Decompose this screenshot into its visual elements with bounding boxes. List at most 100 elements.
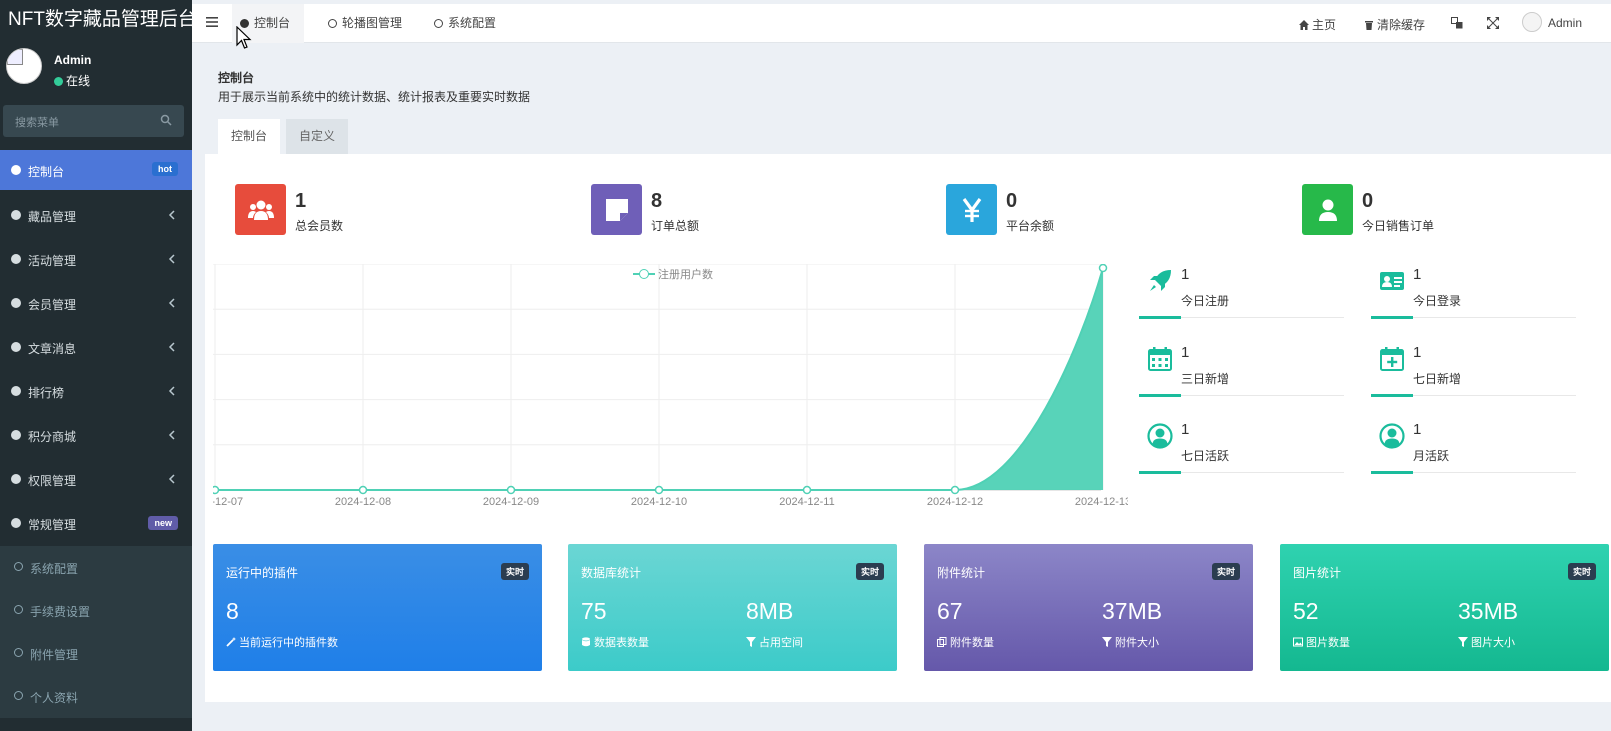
mini-stat-divider xyxy=(1371,316,1576,319)
sidebar-subitem-profile[interactable]: 个人资料 xyxy=(0,675,192,718)
tab-custom[interactable]: 自定义 xyxy=(286,119,349,154)
card-attachment-stats: 附件统计 实时 67 37MB 附件数量 附件大小 xyxy=(924,544,1253,671)
stat-label: 今日销售订单 xyxy=(1362,219,1435,233)
circle-icon xyxy=(11,210,21,220)
rocket-icon xyxy=(1150,270,1171,291)
yen-icon xyxy=(962,198,982,222)
tab-system-config[interactable]: 系统配置 xyxy=(434,4,496,43)
fullscreen-icon[interactable] xyxy=(1487,17,1499,29)
chart-point xyxy=(506,485,516,495)
card-sublabel-secondary: 占用空间 xyxy=(746,634,803,650)
circle-outline-icon xyxy=(328,19,337,28)
clear-cache-button[interactable]: 清除缓存 xyxy=(1364,16,1425,33)
card-sublabel-text: 当前运行中的插件数 xyxy=(239,637,338,649)
sidebar-item-label: 积分商城 xyxy=(28,430,77,444)
card-running-plugins: 运行中的插件 实时 8 当前运行中的插件数 xyxy=(213,544,542,671)
sidebar-item-members[interactable]: 会员管理 xyxy=(0,282,192,326)
admin-user-menu[interactable]: Admin xyxy=(1522,12,1582,32)
sidebar-item-label: 文章消息 xyxy=(28,342,77,356)
chevron-left-icon xyxy=(168,210,175,220)
mini-stat-label: 月活跃 xyxy=(1413,449,1450,463)
sidebar-subitem-system-config[interactable]: 系统配置 xyxy=(0,546,192,589)
tab-banner-management[interactable]: 轮播图管理 xyxy=(328,4,402,43)
content-header: 控制台 用于展示当前系统中的统计数据、统计报表及重要实时数据 控制台 自定义 xyxy=(205,52,1611,154)
clear-cache-label: 清除缓存 xyxy=(1377,18,1426,32)
chart-point xyxy=(654,485,664,495)
sidebar-item-general[interactable]: 常规管理 new xyxy=(0,502,192,546)
mini-stat-today-login: 1 今日登录 xyxy=(1371,266,1576,322)
translate-icon[interactable] xyxy=(1451,17,1463,29)
card-title: 运行中的插件 xyxy=(226,566,299,580)
realtime-badge: 实时 xyxy=(500,563,529,580)
avatar xyxy=(6,48,42,84)
search-icon[interactable] xyxy=(160,114,172,126)
realtime-badge: 实时 xyxy=(1567,563,1596,580)
x-tick-label: 2024-12-12 xyxy=(927,496,983,508)
circle-icon xyxy=(11,342,21,352)
chevron-left-icon xyxy=(168,298,175,308)
card-title: 附件统计 xyxy=(937,566,986,580)
mini-stat-divider xyxy=(1371,394,1576,397)
x-tick-label: 2024-12-08 xyxy=(335,496,391,508)
sidebar-subitem-label: 个人资料 xyxy=(30,691,79,705)
mini-stat-accent xyxy=(1371,394,1413,397)
sidebar-subitem-label: 手续费设置 xyxy=(30,605,91,619)
chart-point xyxy=(358,485,368,495)
mini-stat-seven-day-new: 1 七日新增 xyxy=(1371,344,1576,400)
stat-today-sales: 0 今日销售订单 xyxy=(1302,184,1611,236)
mini-stat-divider xyxy=(1139,471,1344,474)
chart-point xyxy=(213,485,220,495)
home-icon xyxy=(1299,20,1309,30)
stat-label: 平台余额 xyxy=(1006,219,1055,233)
app-title[interactable]: NFT数字藏品管理后台 xyxy=(0,0,192,40)
mini-stat-seven-day-active: 1 七日活跃 xyxy=(1139,421,1344,477)
sidebar-subitem-fee-settings[interactable]: 手续费设置 xyxy=(0,589,192,632)
tab-console[interactable]: 控制台 xyxy=(218,119,281,154)
circle-outline-icon xyxy=(14,648,23,657)
sidebar-item-ranking[interactable]: 排行榜 xyxy=(0,370,192,414)
sidebar-item-activities[interactable]: 活动管理 xyxy=(0,238,192,282)
card-value: 52 xyxy=(1293,598,1319,624)
mouse-cursor-icon xyxy=(236,26,252,49)
mini-stat-three-day-new: 1 三日新增 xyxy=(1139,344,1344,400)
x-tick-label: 2024-12-13 xyxy=(1075,496,1128,508)
sidebar-subitem-attachments[interactable]: 附件管理 xyxy=(0,632,192,675)
realtime-badge: 实时 xyxy=(1211,563,1240,580)
sidebar-item-articles[interactable]: 文章消息 xyxy=(0,326,192,370)
home-link[interactable]: 主页 xyxy=(1299,16,1336,33)
stat-icon-box xyxy=(946,184,997,235)
hamburger-menu-icon[interactable] xyxy=(206,16,218,28)
filter-icon xyxy=(1102,637,1112,647)
calendar-plus-icon xyxy=(1380,347,1404,371)
mini-stat-label: 今日登录 xyxy=(1413,294,1462,308)
user-circle-icon xyxy=(1379,423,1405,449)
sidebar: NFT数字藏品管理后台 Admin 在线 搜索菜单 控制台 hot 藏品管理 活… xyxy=(0,0,192,731)
user-panel: Admin 在线 xyxy=(0,40,192,96)
search-input[interactable]: 搜索菜单 xyxy=(15,114,59,130)
sidebar-item-dashboard[interactable]: 控制台 hot xyxy=(0,150,192,190)
x-tick-label: 2024-12-09 xyxy=(483,496,539,508)
card-sublabel-text: 数据表数量 xyxy=(594,637,649,649)
sidebar-item-label: 会员管理 xyxy=(28,298,77,312)
tab-label: 控制台 xyxy=(254,16,291,30)
sidebar-item-points-mall[interactable]: 积分商城 xyxy=(0,414,192,458)
mini-stat-value: 1 xyxy=(1413,421,1422,438)
stat-value: 8 xyxy=(651,190,663,212)
sidebar-item-collections[interactable]: 藏品管理 xyxy=(0,194,192,238)
sidebar-item-permissions[interactable]: 权限管理 xyxy=(0,458,192,502)
mini-stat-accent xyxy=(1139,471,1181,474)
menu-search[interactable]: 搜索菜单 xyxy=(3,105,184,137)
circle-icon xyxy=(11,430,21,440)
hot-badge: hot xyxy=(152,162,178,176)
circle-icon xyxy=(11,165,21,175)
card-value: 67 xyxy=(937,598,963,624)
users-icon xyxy=(248,200,274,220)
chart-legend[interactable]: 注册用户数 xyxy=(633,266,713,282)
circle-icon xyxy=(11,518,21,528)
card-value-secondary: 35MB xyxy=(1458,598,1519,624)
mini-stat-monthly-active: 1 月活跃 xyxy=(1371,421,1576,477)
top-navbar: 控制台 轮播图管理 系统配置 主页 清除缓存 Admin xyxy=(192,4,1611,43)
card-sublabel-text: 占用空间 xyxy=(759,637,803,649)
card-sublabel: 附件数量 xyxy=(937,634,994,650)
mini-stat-divider xyxy=(1371,471,1576,474)
